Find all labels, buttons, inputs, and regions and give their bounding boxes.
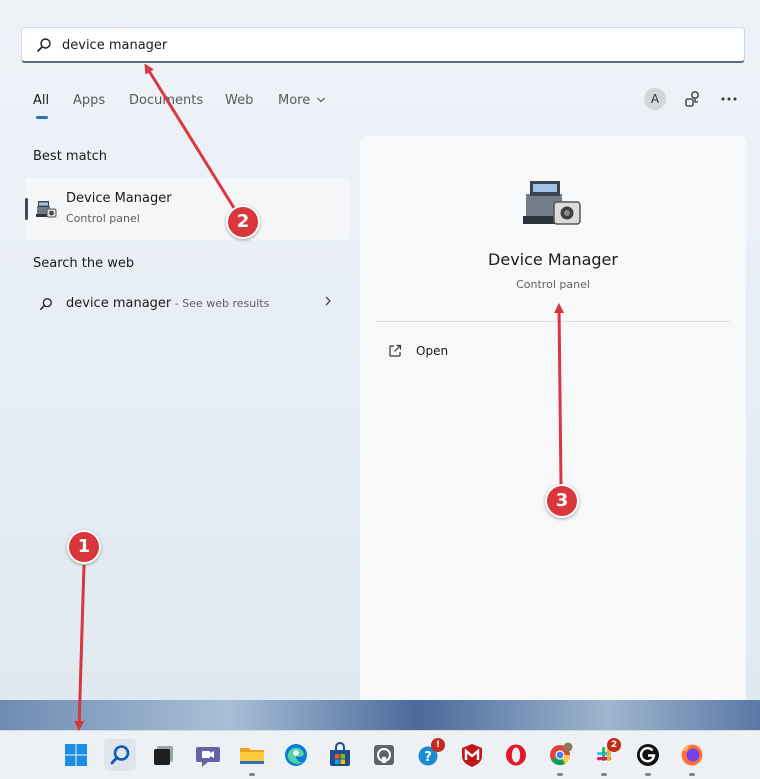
arrow-1	[74, 564, 86, 731]
callout-3: 3	[545, 484, 579, 518]
callout-1: 1	[67, 530, 101, 564]
annotation-arrows	[74, 63, 565, 731]
arrow-3	[554, 303, 565, 486]
callout-2: 2	[226, 205, 260, 239]
arrow-2	[144, 63, 236, 209]
